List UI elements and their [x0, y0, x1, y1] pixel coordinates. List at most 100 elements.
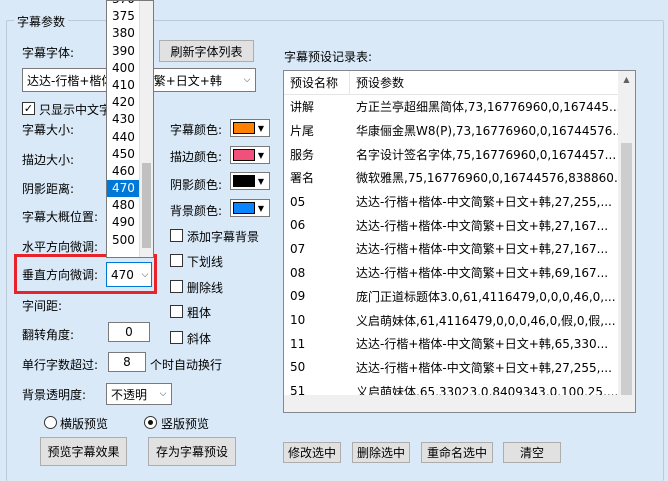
preset-params-cell: 庞门正道标题体3.0,61,4116479,0,0,0,46,0,...: [356, 289, 616, 304]
bg-color-label: 背景颜色:: [170, 204, 223, 218]
preset-params-cell: 达达-行楷+楷体-中文简繁+日文+韩,27,167...: [356, 242, 609, 257]
save-preset-button[interactable]: 存为字幕预设: [148, 437, 236, 466]
clear-button[interactable]: 清空: [503, 442, 561, 463]
approx-position-label: 字幕大概位置:: [22, 210, 99, 224]
rename-selected-button[interactable]: 重命名选中: [421, 442, 493, 463]
delete-selected-button[interactable]: 删除选中: [352, 442, 410, 463]
color-swatch: [233, 122, 255, 134]
stroke-color-picker[interactable]: ▼: [230, 146, 270, 164]
preset-name-cell: 10: [290, 313, 306, 328]
chevron-down-icon: ▼: [257, 203, 265, 213]
color-swatch: [233, 202, 255, 214]
auto-wrap-label: 个时自动换行: [150, 358, 223, 372]
table-row[interactable]: 11 达达-行楷+楷体-中文简繁+日文+韩,65,330...: [284, 332, 635, 356]
chevron-down-icon: ▼: [257, 176, 265, 186]
v-adjust-dropdown-list[interactable]: 3703753803904004104204304404504604704804…: [106, 0, 154, 258]
preset-params-cell: 微软雅黑,75,16776960,0,16744576,838860...: [356, 171, 626, 186]
bold-checkbox[interactable]: [170, 305, 183, 318]
table-row[interactable]: 讲解 方正兰亭超细黑简体,73,16776960,0,167445...: [284, 95, 635, 119]
preset-params-cell: 方正兰亭超细黑简体,73,16776960,0,167445...: [356, 100, 621, 115]
presets-title: 字幕预设记录表:: [284, 50, 373, 64]
presets-list[interactable]: 预设名称 预设参数 讲解 方正兰亭超细黑简体,73,16776960,0,1674…: [283, 70, 636, 413]
preset-name-cell: 署名: [290, 171, 315, 186]
table-row[interactable]: 片尾 华康俪金黑W8(P),73,16776960,0,16744576...: [284, 119, 635, 143]
vertical-preview-radio[interactable]: [144, 416, 157, 429]
table-row[interactable]: 06 达达-行楷+楷体-中文简繁+日文+韩,27,167...: [284, 213, 635, 237]
horizontal-preview-label: 横版预览: [60, 417, 109, 431]
chevron-down-icon: ⌵: [243, 75, 251, 85]
column-header-params[interactable]: 预设参数: [350, 71, 620, 94]
preset-name-cell: 09: [290, 289, 306, 304]
char-spacing-label: 字间距:: [22, 299, 63, 313]
stroke-size-label: 描边大小:: [22, 153, 75, 167]
table-row[interactable]: 08 达达-行楷+楷体-中文简繁+日文+韩,69,167...: [284, 261, 635, 285]
bg-color-picker[interactable]: ▼: [230, 199, 270, 217]
strikethrough-checkbox[interactable]: [170, 280, 183, 293]
table-row[interactable]: 署名 微软雅黑,75,16776960,0,16744576,838860...: [284, 166, 635, 190]
preset-name-cell: 讲解: [290, 100, 315, 115]
preset-name-cell: 06: [290, 218, 306, 233]
table-row[interactable]: 05 达达-行楷+楷体-中文简繁+日文+韩,27,255,...: [284, 190, 635, 214]
preset-params-cell: 达达-行楷+楷体-中文简繁+日文+韩,69,167...: [356, 266, 609, 281]
color-swatch: [233, 175, 255, 187]
refresh-fonts-button[interactable]: 刷新字体列表: [159, 40, 254, 62]
group-title: 字幕参数: [14, 13, 69, 30]
text-color-label: 字幕颜色:: [170, 123, 223, 137]
chevron-down-icon: ▼: [257, 123, 265, 133]
table-row[interactable]: 50 达达-行楷+楷体-中文简繁+日文+韩,27,255,...: [284, 356, 635, 380]
preset-name-cell: 50: [290, 360, 306, 375]
shadow-color-picker[interactable]: ▼: [230, 172, 270, 190]
table-row[interactable]: 07 达达-行楷+楷体-中文简繁+日文+韩,27,167...: [284, 237, 635, 261]
h-adjust-label: 水平方向微调:: [22, 240, 99, 254]
dropdown-scrollbar[interactable]: [139, 1, 153, 257]
vertical-preview-label: 竖版预览: [161, 417, 210, 431]
chevron-down-icon: ⌵: [159, 389, 167, 399]
shadow-distance-label: 阴影距离:: [22, 182, 75, 196]
dropdown-scroll-thumb[interactable]: [142, 163, 151, 248]
modify-selected-button[interactable]: 修改选中: [283, 442, 341, 463]
column-header-name[interactable]: 预设名称: [284, 71, 350, 94]
presets-horizontal-scrollbar[interactable]: [284, 395, 620, 412]
strikethrough-label: 删除线: [187, 281, 224, 295]
font-size-label: 字幕大小:: [22, 123, 75, 137]
highlight-frame: [14, 254, 157, 294]
preset-name-cell: 服务: [290, 147, 315, 162]
line-chars-label: 单行字数超过:: [22, 358, 99, 372]
preset-name-cell: 07: [290, 241, 306, 256]
bg-opacity-value: 不透明: [111, 387, 148, 402]
table-row[interactable]: 服务 名字设计签名字体,75,16776960,0,1674457...: [284, 142, 635, 166]
preview-button[interactable]: 预览字幕效果: [40, 437, 127, 466]
bold-label: 粗体: [187, 306, 212, 320]
table-row[interactable]: 10 义启萌妹体,61,4116479,0,0,0,46,0,假,0,假,...: [284, 308, 635, 332]
preset-params-cell: 义启萌妹体,61,4116479,0,0,0,46,0,假,0,假,...: [356, 313, 616, 328]
presets-list-header: 预设名称 预设参数: [284, 71, 635, 95]
preset-params-cell: 名字设计签名字体,75,16776960,0,1674457...: [356, 147, 617, 162]
chevron-down-icon: ▼: [257, 150, 265, 160]
bg-opacity-label: 背景透明度:: [22, 388, 87, 402]
underline-checkbox[interactable]: [170, 254, 183, 267]
presets-vertical-scrollbar[interactable]: ▲: [618, 71, 635, 412]
add-bg-label: 添加字幕背景: [187, 230, 260, 244]
bg-opacity-select[interactable]: 不透明 ⌵: [106, 383, 172, 405]
text-color-picker[interactable]: ▼: [230, 119, 270, 137]
scroll-up-icon[interactable]: ▲: [618, 75, 635, 84]
add-bg-checkbox[interactable]: [170, 229, 183, 242]
table-row[interactable]: 09 庞门正道标题体3.0,61,4116479,0,0,0,46,0,...: [284, 285, 635, 309]
italic-checkbox[interactable]: [170, 331, 183, 344]
flip-angle-label: 翻转角度:: [22, 328, 75, 342]
preset-params-cell: 达达-行楷+楷体-中文简繁+日文+韩,27,255,...: [356, 195, 612, 210]
preset-name-cell: 片尾: [290, 124, 315, 139]
preset-name-cell: 05: [290, 194, 306, 209]
underline-label: 下划线: [187, 255, 224, 269]
presets-rows: 讲解 方正兰亭超细黑简体,73,16776960,0,167445... 片尾 华康俪…: [284, 95, 635, 412]
preset-params-cell: 达达-行楷+楷体-中文简繁+日文+韩,27,255,...: [356, 360, 612, 375]
font-label: 字幕字体:: [22, 46, 75, 60]
flip-angle-input[interactable]: 0: [108, 322, 150, 342]
only-chinese-checkbox[interactable]: ✓: [22, 102, 35, 115]
horizontal-preview-radio[interactable]: [44, 416, 57, 429]
italic-label: 斜体: [187, 332, 212, 346]
preset-name-cell: 11: [290, 336, 306, 351]
preset-params-cell: 达达-行楷+楷体-中文简繁+日文+韩,65,330...: [356, 337, 609, 352]
presets-scroll-thumb[interactable]: [621, 143, 632, 395]
line-chars-input[interactable]: 8: [108, 352, 146, 372]
